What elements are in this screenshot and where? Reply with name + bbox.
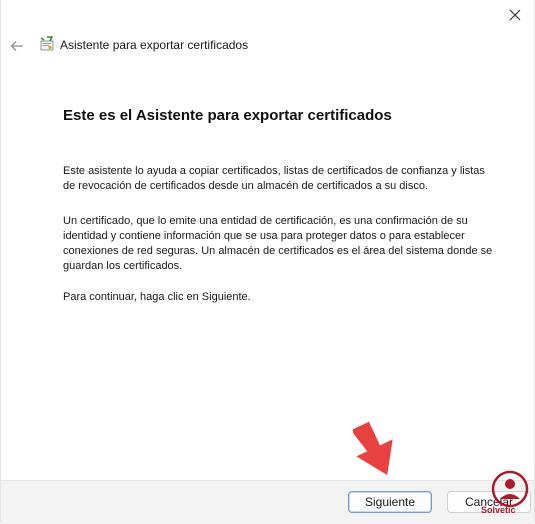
watermark-text: Solvetic — [481, 505, 516, 515]
intro-paragraph: Este asistente lo ayuda a copiar certifi… — [63, 165, 485, 192]
wizard-title: Asistente para exportar certificados — [60, 38, 249, 52]
close-icon — [509, 9, 521, 21]
wizard-footer: Siguiente Cancelar — [1, 480, 534, 524]
back-button[interactable] — [7, 36, 27, 56]
pointer-arrow-icon — [353, 421, 393, 476]
certificate-description: Un certificado, que lo emite una entidad… — [63, 215, 493, 272]
next-button[interactable]: Siguiente — [348, 491, 432, 513]
export-wizard-window: Asistente para exportar certificados Est… — [0, 0, 535, 524]
back-arrow-icon — [10, 41, 23, 51]
wizard-header: Asistente para exportar certificados — [1, 30, 534, 62]
page-heading: Este es el Asistente para exportar certi… — [63, 107, 392, 124]
certificate-wizard-icon — [40, 36, 54, 51]
title-bar — [1, 0, 534, 30]
close-button[interactable] — [500, 2, 530, 28]
continue-instruction: Para continuar, haga clic en Siguiente. — [63, 291, 251, 303]
